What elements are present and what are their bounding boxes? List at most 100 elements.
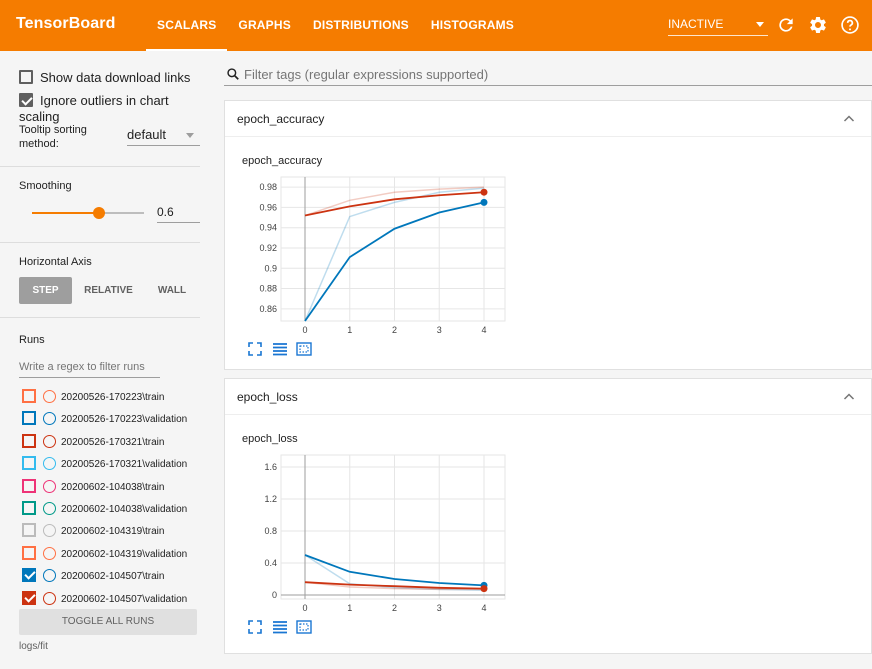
runs-filter-input[interactable]: Write a regex to filter runs — [19, 358, 160, 378]
run-color-swatch[interactable] — [43, 591, 56, 605]
chevron-up-icon[interactable] — [843, 113, 855, 125]
help-icon[interactable] — [840, 15, 860, 35]
tab-graphs[interactable]: GRAPHS — [227, 0, 302, 51]
tag-filter-input[interactable]: Filter tags (regular expressions support… — [224, 62, 872, 86]
smoothing-input[interactable]: 0.6 — [157, 203, 200, 223]
chevron-up-icon[interactable] — [843, 391, 855, 403]
x-tick-label: 3 — [437, 325, 442, 335]
run-color-swatch[interactable] — [43, 479, 56, 493]
fullscreen-icon[interactable] — [247, 619, 263, 635]
horizontal-axis-toggle: STEP RELATIVE WALL — [19, 277, 199, 304]
tooltip-sorting-label-2: method: — [19, 138, 59, 150]
chart-title: epoch_loss — [242, 433, 298, 445]
x-tick-label: 4 — [481, 325, 486, 335]
plot-border — [280, 454, 506, 600]
run-checkbox[interactable] — [22, 389, 36, 403]
run-color-swatch[interactable] — [43, 457, 56, 471]
run-item[interactable]: 20200602-104038\train — [22, 478, 164, 497]
run-checkbox[interactable] — [22, 411, 36, 426]
axis-step-button[interactable]: STEP — [19, 277, 72, 304]
search-icon — [227, 68, 239, 80]
run-color-swatch[interactable] — [43, 434, 56, 448]
card-header[interactable]: epoch_accuracy — [225, 101, 871, 137]
show-download-checkbox[interactable] — [19, 70, 33, 84]
run-color-swatch[interactable] — [43, 524, 56, 538]
run-item[interactable]: 20200602-104319\validation — [22, 545, 187, 564]
ignore-outliers-checkbox[interactable] — [19, 93, 33, 107]
chevron-down-icon — [186, 133, 194, 138]
tab-histograms[interactable]: HISTOGRAMS — [420, 0, 525, 51]
ignore-outliers-label: Ignore outliers in chart scaling — [19, 93, 169, 124]
tab-distributions[interactable]: DISTRIBUTIONS — [302, 0, 420, 51]
y-tick-label: 0.94 — [259, 223, 277, 233]
x-tick-label: 0 — [302, 325, 307, 335]
y-tick-label: 1.2 — [264, 494, 277, 504]
fit-domain-icon[interactable] — [296, 341, 312, 357]
axis-relative-button[interactable]: RELATIVE — [72, 277, 145, 304]
gear-icon[interactable] — [808, 15, 828, 35]
x-tick-label: 0 — [302, 603, 307, 613]
x-tick-label: 4 — [481, 603, 486, 613]
runs-label: Runs — [19, 334, 45, 346]
run-item[interactable]: 20200526-170321\validation — [22, 456, 187, 474]
tooltip-sorting-select[interactable]: default — [127, 126, 200, 146]
run-color-swatch[interactable] — [43, 569, 56, 583]
brand-title: TensorBoard — [16, 15, 116, 32]
run-checkbox[interactable] — [22, 456, 36, 471]
run-item[interactable]: 20200602-104319\train — [22, 523, 164, 541]
run-item[interactable]: 20200602-104507\validation — [22, 590, 187, 609]
card-epoch-accuracy: epoch_accuracy epoch_accuracy 0.86 0.88 0.… — [224, 100, 872, 370]
tag-filter-placeholder: Filter tags (regular expressions support… — [244, 67, 489, 82]
series-end-point — [480, 198, 488, 206]
run-label: 20200602-104507\train — [61, 571, 165, 583]
series-end-point — [480, 188, 488, 196]
axis-wall-button[interactable]: WALL — [145, 277, 199, 304]
toggle-log-scale-icon[interactable] — [272, 341, 288, 357]
run-checkbox[interactable] — [22, 545, 36, 560]
y-tick-label: 0.96 — [259, 202, 277, 212]
inactive-plugins-select[interactable]: INACTIVE — [668, 12, 768, 36]
run-item[interactable]: 20200602-104038\validation — [22, 501, 187, 519]
run-item[interactable]: 20200602-104507\train — [22, 568, 164, 586]
tab-scalars[interactable]: SCALARS — [146, 0, 228, 51]
toggle-log-scale-icon[interactable] — [272, 619, 288, 635]
fullscreen-icon[interactable] — [247, 341, 263, 357]
smoothing-slider[interactable] — [32, 207, 144, 219]
ignore-outliers-row[interactable]: Ignore outliers in chart scaling — [19, 93, 212, 124]
refresh-icon[interactable] — [776, 15, 796, 35]
run-label: 20200526-170223\validation — [61, 414, 188, 426]
run-color-swatch[interactable] — [43, 546, 56, 560]
tooltip-sorting-label-1: Tooltip sorting — [19, 124, 87, 136]
y-tick-label: 0.86 — [259, 304, 277, 314]
y-tick-label: 0.9 — [264, 263, 277, 273]
y-tick-label: 0.92 — [259, 243, 277, 253]
smoothing-slider-thumb[interactable] — [93, 207, 106, 219]
run-color-swatch[interactable] — [43, 502, 56, 515]
y-tick-label: 0.98 — [259, 182, 277, 192]
run-checkbox[interactable] — [22, 501, 36, 515]
run-checkbox[interactable] — [22, 523, 36, 538]
run-item[interactable]: 20200526-170223\train — [22, 389, 164, 407]
card-epoch-loss: epoch_loss epoch_loss 0 0.4 0.8 1.2 1.6 0 1 2 3 4 — [224, 378, 872, 654]
run-label: 20200602-104038\validation — [61, 504, 188, 515]
runs-filter-placeholder: Write a regex to filter runs — [19, 361, 145, 373]
chart-title: epoch_accuracy — [242, 155, 323, 167]
show-download-row[interactable]: Show data download links — [19, 70, 190, 88]
run-item[interactable]: 20200526-170321\train — [22, 433, 164, 452]
run-checkbox[interactable] — [22, 590, 36, 605]
run-checkbox[interactable] — [22, 478, 36, 493]
toggle-all-runs-button[interactable]: TOGGLE ALL RUNS — [19, 609, 197, 635]
run-item[interactable]: 20200526-170223\validation — [22, 411, 187, 429]
smoothing-label: Smoothing — [19, 180, 72, 192]
run-checkbox[interactable] — [22, 568, 36, 583]
fit-domain-icon[interactable] — [296, 619, 312, 635]
run-color-swatch[interactable] — [43, 412, 56, 426]
smoothing-value: 0.6 — [157, 205, 174, 219]
y-tick-label: 0.4 — [264, 558, 277, 568]
run-color-swatch[interactable] — [43, 390, 56, 403]
card-header[interactable]: epoch_loss — [225, 379, 871, 415]
y-tick-label: 1.6 — [264, 462, 277, 472]
y-tick-label: 0 — [272, 590, 277, 600]
show-download-label: Show data download links — [40, 70, 191, 85]
run-checkbox[interactable] — [22, 433, 36, 448]
